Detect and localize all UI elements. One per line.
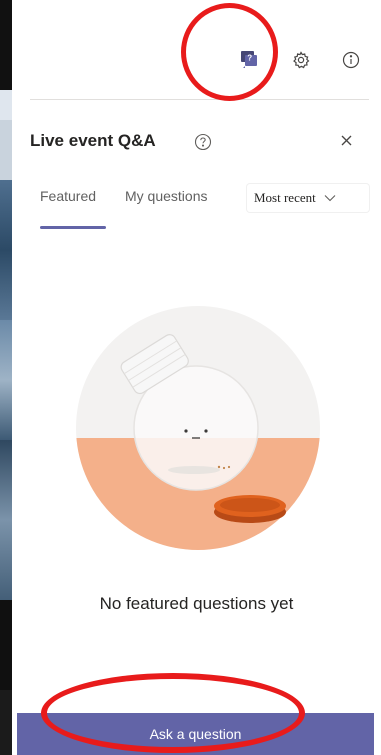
info-icon[interactable] [340, 49, 362, 71]
help-icon[interactable] [194, 133, 212, 151]
svg-text:?: ? [247, 54, 252, 63]
empty-jar-illustration [76, 306, 320, 550]
qa-panel: ? Live event Q&A Featured My questions M… [12, 0, 381, 755]
ask-question-button[interactable]: Ask a question [17, 713, 374, 755]
sort-dropdown-value: Most recent [254, 190, 316, 205]
empty-state-message: No featured questions yet [99, 594, 294, 613]
toolbar-divider [30, 99, 369, 100]
tab-featured[interactable]: Featured [40, 188, 96, 204]
selected-tab-indicator [40, 226, 106, 229]
tab-my-questions[interactable]: My questions [125, 188, 207, 204]
panel-title: Live event Q&A [30, 131, 156, 150]
sort-dropdown[interactable]: Most recent [247, 184, 369, 212]
video-background-strip [0, 0, 12, 755]
gear-icon[interactable] [290, 49, 312, 71]
chevron-down-icon [324, 195, 336, 202]
qa-icon[interactable]: ? [238, 48, 260, 70]
close-icon[interactable] [338, 132, 356, 150]
